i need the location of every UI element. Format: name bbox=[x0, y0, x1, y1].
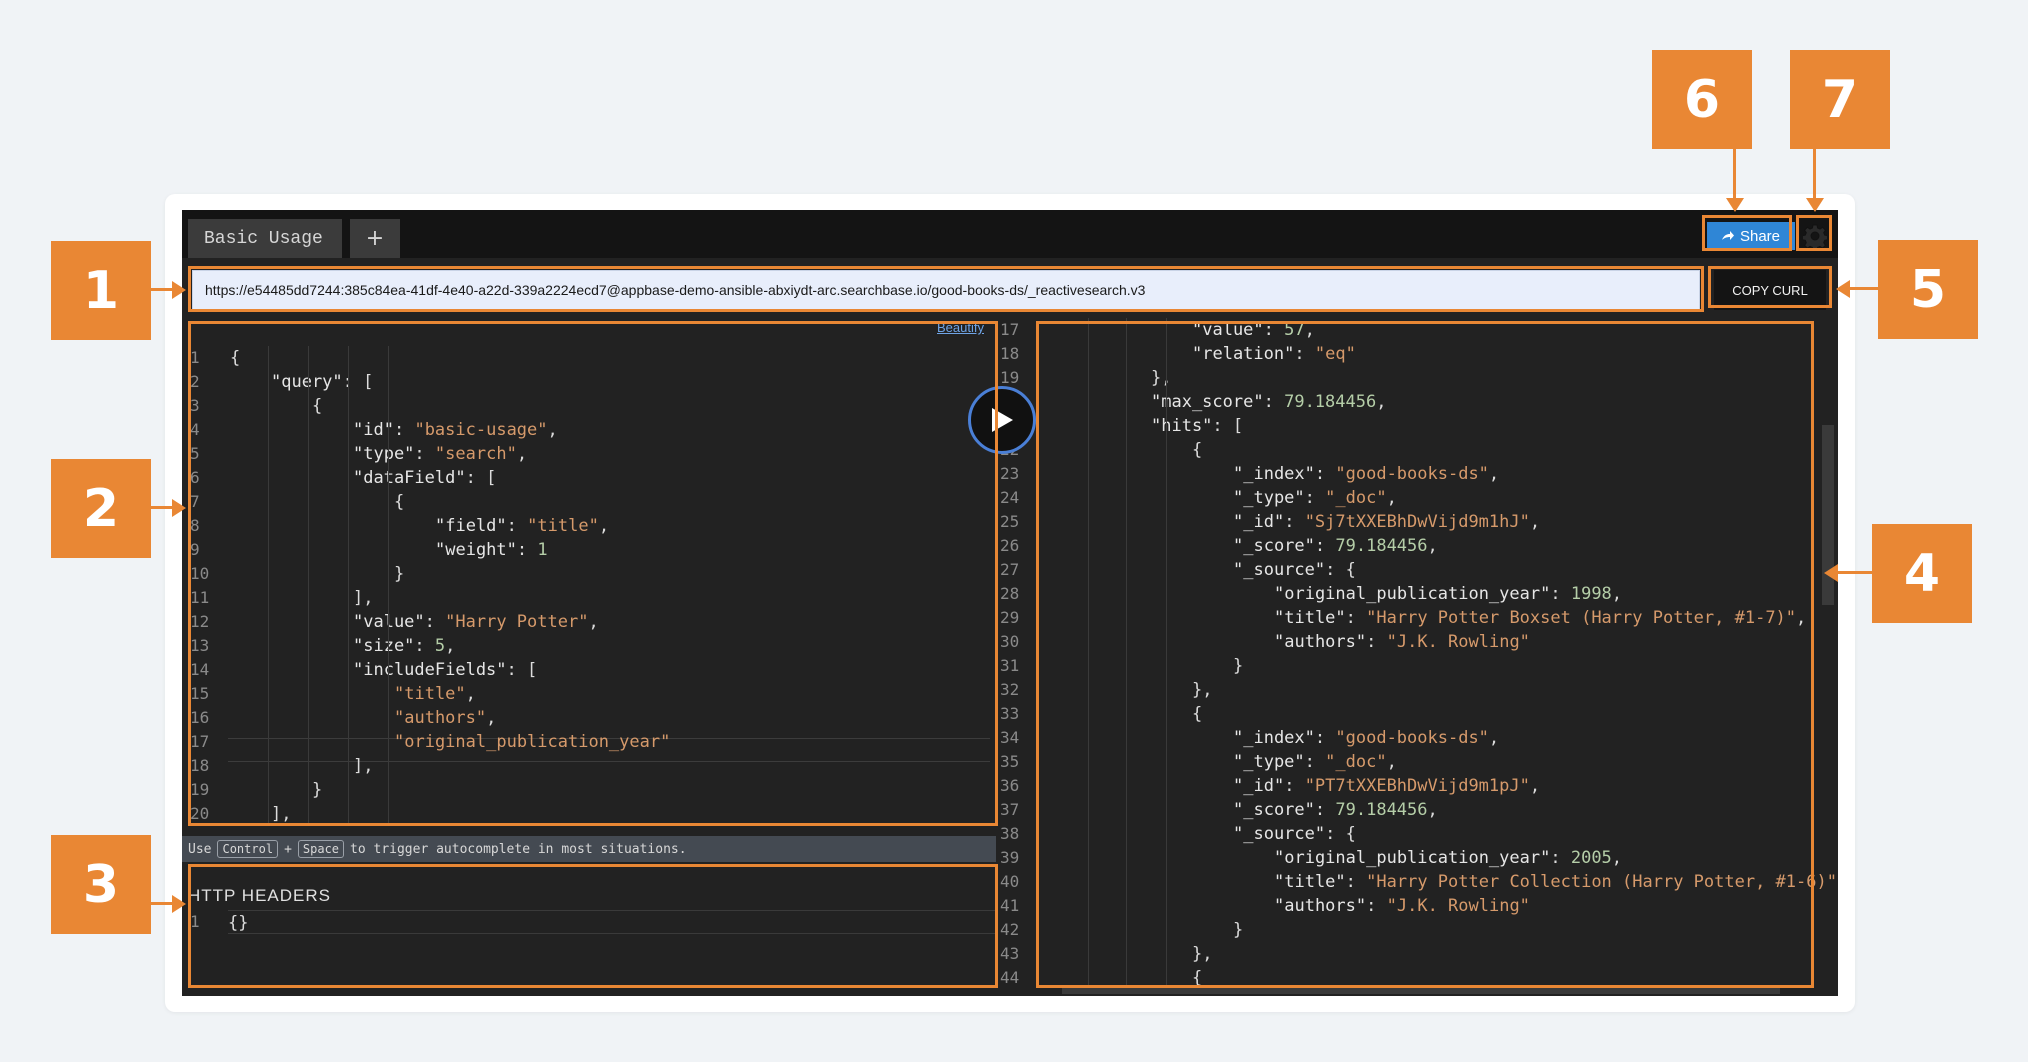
hint-prefix: Use bbox=[188, 841, 212, 857]
line-number: 42 bbox=[1000, 920, 1020, 939]
autocomplete-hint: Use Control + Space to trigger autocompl… bbox=[182, 836, 1010, 862]
callout-arrowhead-7 bbox=[1806, 198, 1824, 212]
line-number: 38 bbox=[1000, 824, 1020, 843]
callout-arrow-1 bbox=[151, 288, 173, 291]
line-number: 18 bbox=[1000, 344, 1020, 363]
callout-badge-4: 4 bbox=[1872, 524, 1972, 623]
line-number: 35 bbox=[1000, 752, 1020, 771]
hint-suffix: to trigger autocomplete in most situatio… bbox=[350, 841, 687, 857]
line-number: 34 bbox=[1000, 728, 1020, 747]
add-tab-button[interactable]: + bbox=[350, 219, 400, 258]
line-number: 41 bbox=[1000, 896, 1020, 915]
tab-bar: Basic Usage + Share bbox=[182, 210, 1838, 258]
line-number: 23 bbox=[1000, 464, 1020, 483]
callout-arrow-2 bbox=[151, 506, 173, 509]
callout-box-2 bbox=[188, 321, 998, 826]
line-number: 25 bbox=[1000, 512, 1020, 531]
line-number: 27 bbox=[1000, 560, 1020, 579]
callout-arrow-6 bbox=[1733, 149, 1736, 199]
line-number: 44 bbox=[1000, 968, 1020, 987]
callout-badge-3: 3 bbox=[51, 835, 151, 934]
line-number: 36 bbox=[1000, 776, 1020, 795]
callout-arrowhead-2 bbox=[172, 499, 186, 517]
callout-badge-5: 5 bbox=[1878, 240, 1978, 339]
line-number: 40 bbox=[1000, 872, 1020, 891]
callout-arrow-3 bbox=[151, 902, 173, 905]
callout-arrowhead-6 bbox=[1726, 198, 1744, 212]
callout-box-6 bbox=[1702, 215, 1792, 251]
line-number: 33 bbox=[1000, 704, 1020, 723]
callout-box-5 bbox=[1708, 266, 1832, 308]
callout-arrowhead-1 bbox=[172, 281, 186, 299]
callout-arrow-4 bbox=[1838, 571, 1872, 574]
hint-key-space: Space bbox=[297, 840, 345, 858]
callout-box-7 bbox=[1796, 215, 1832, 251]
callout-arrow-7 bbox=[1813, 149, 1816, 199]
hint-plus: + bbox=[284, 841, 292, 857]
line-number: 39 bbox=[1000, 848, 1020, 867]
callout-badge-1: 1 bbox=[51, 241, 151, 340]
line-number: 30 bbox=[1000, 632, 1020, 651]
line-number: 37 bbox=[1000, 800, 1020, 819]
line-number: 32 bbox=[1000, 680, 1020, 699]
line-number: 24 bbox=[1000, 488, 1020, 507]
hint-key-control: Control bbox=[217, 840, 279, 858]
tab-basic-usage[interactable]: Basic Usage bbox=[188, 219, 342, 258]
callout-box-4 bbox=[1036, 321, 1814, 988]
line-number: 26 bbox=[1000, 536, 1020, 555]
line-number: 31 bbox=[1000, 656, 1020, 675]
callout-arrowhead-3 bbox=[172, 895, 186, 913]
line-number: 43 bbox=[1000, 944, 1020, 963]
callout-badge-6: 6 bbox=[1652, 50, 1752, 149]
callout-arrowhead-4 bbox=[1824, 564, 1838, 582]
line-number: 17 bbox=[1000, 320, 1020, 339]
line-number: 29 bbox=[1000, 608, 1020, 627]
callout-arrowhead-5 bbox=[1836, 280, 1850, 298]
callout-arrow-5 bbox=[1850, 287, 1878, 290]
callout-badge-2: 2 bbox=[51, 459, 151, 558]
result-horizontal-scrollbar[interactable] bbox=[1062, 988, 1780, 994]
callout-badge-7: 7 bbox=[1790, 50, 1890, 149]
line-number: 28 bbox=[1000, 584, 1020, 603]
callout-box-3 bbox=[188, 864, 998, 988]
callout-box-1 bbox=[188, 266, 1704, 312]
